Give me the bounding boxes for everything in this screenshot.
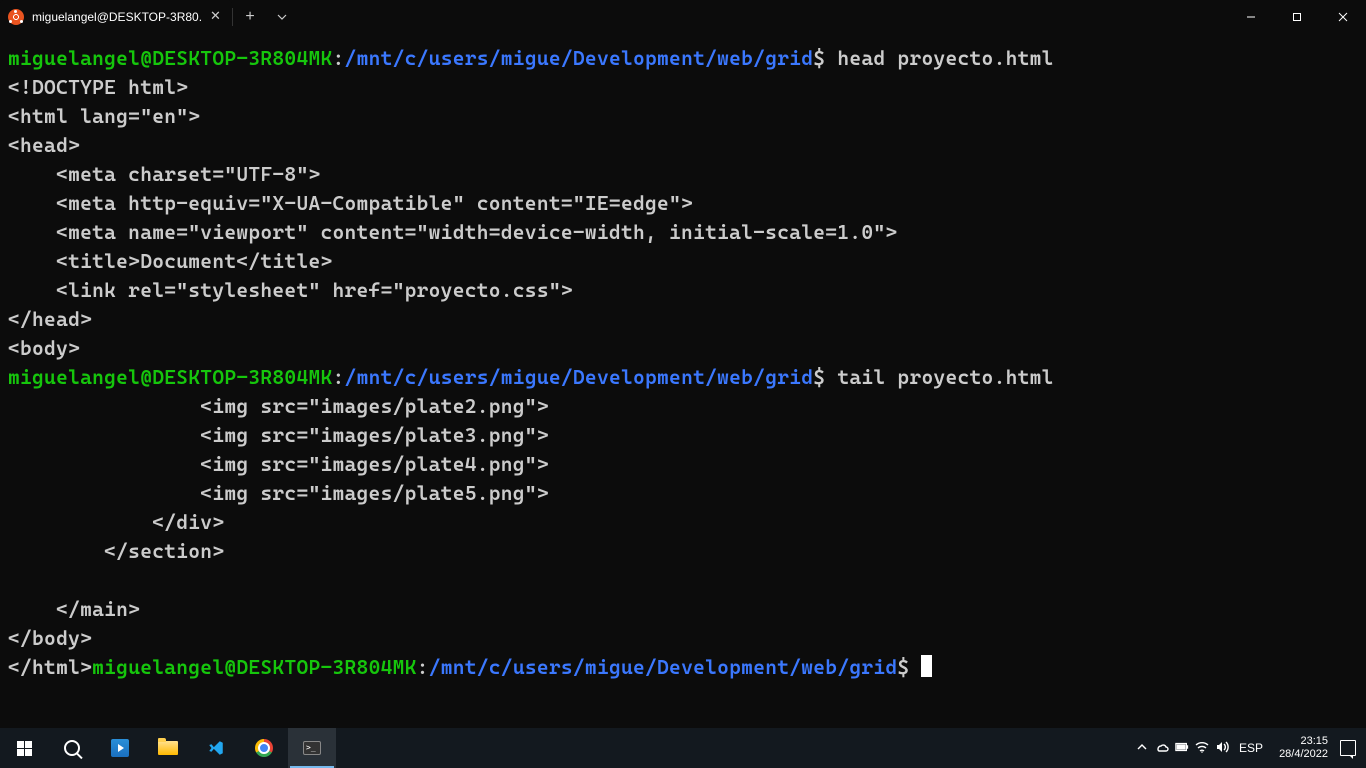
start-button[interactable]	[0, 728, 48, 768]
movies-icon	[111, 739, 129, 757]
window-titlebar: miguelangel@DESKTOP-3R80... ✕ +	[0, 0, 1366, 34]
new-tab-button[interactable]: +	[233, 0, 267, 34]
tray-onedrive-icon[interactable]	[1155, 740, 1169, 757]
tray-battery-icon[interactable]	[1175, 740, 1189, 757]
prompt-colon: :	[333, 365, 345, 389]
prompt-dollar: $	[897, 655, 909, 679]
taskbar-explorer[interactable]	[144, 728, 192, 768]
tab-title: miguelangel@DESKTOP-3R80...	[32, 10, 202, 24]
ubuntu-icon	[8, 9, 24, 25]
prompt-path: /mnt/c/users/migue/Development/web/grid	[429, 655, 898, 679]
taskbar-vscode[interactable]	[192, 728, 240, 768]
close-window-button[interactable]	[1320, 0, 1366, 34]
head-output: <!DOCTYPE html> <html lang="en"> <head> …	[8, 75, 897, 360]
tray-time: 23:15	[1279, 735, 1328, 748]
prompt-user: miguelangel@DESKTOP-3R804MK	[8, 46, 333, 70]
tray-clock[interactable]: 23:15 28/4/2022	[1273, 735, 1334, 761]
terminal-icon	[303, 741, 321, 755]
search-button[interactable]	[48, 728, 96, 768]
maximize-button[interactable]	[1274, 0, 1320, 34]
windows-taskbar: ESP 23:15 28/4/2022	[0, 728, 1366, 768]
command-1: head proyecto.html	[825, 46, 1053, 70]
tail-output: <img src="images/plate2.png"> <img src="…	[8, 394, 549, 679]
prompt-path: /mnt/c/users/migue/Development/web/grid	[345, 365, 814, 389]
chrome-icon	[255, 739, 273, 757]
tab-dropdown-icon[interactable]	[267, 0, 297, 34]
prompt-user: miguelangel@DESKTOP-3R804MK	[92, 655, 417, 679]
tray-wifi-icon[interactable]	[1195, 740, 1209, 757]
prompt-colon: :	[333, 46, 345, 70]
terminal-cursor	[921, 655, 932, 677]
command-2: tail proyecto.html	[825, 365, 1053, 389]
titlebar-drag-region[interactable]	[297, 0, 1228, 34]
tray-language[interactable]: ESP	[1235, 741, 1267, 755]
minimize-button[interactable]	[1228, 0, 1274, 34]
window-controls	[1228, 0, 1366, 34]
taskbar-terminal[interactable]	[288, 728, 336, 768]
close-tab-icon[interactable]: ✕	[210, 11, 222, 23]
notifications-icon[interactable]	[1340, 740, 1356, 756]
prompt-dollar: $	[813, 365, 825, 389]
tray-volume-icon[interactable]	[1215, 740, 1229, 757]
vscode-icon	[207, 739, 225, 757]
prompt-user: miguelangel@DESKTOP-3R804MK	[8, 365, 333, 389]
windows-icon	[17, 741, 32, 756]
tray-date: 28/4/2022	[1279, 748, 1328, 761]
prompt-dollar: $	[813, 46, 825, 70]
folder-icon	[158, 741, 178, 755]
taskbar-chrome[interactable]	[240, 728, 288, 768]
tray-chevron-icon[interactable]	[1135, 740, 1149, 757]
terminal-output[interactable]: miguelangel@DESKTOP-3R804MK:/mnt/c/users…	[0, 34, 1366, 728]
system-tray: ESP 23:15 28/4/2022	[1135, 728, 1366, 768]
terminal-tab[interactable]: miguelangel@DESKTOP-3R80... ✕	[0, 0, 232, 34]
prompt-path: /mnt/c/users/migue/Development/web/grid	[345, 46, 814, 70]
taskbar-movies[interactable]	[96, 728, 144, 768]
prompt-colon: :	[417, 655, 429, 679]
search-icon	[64, 740, 80, 756]
